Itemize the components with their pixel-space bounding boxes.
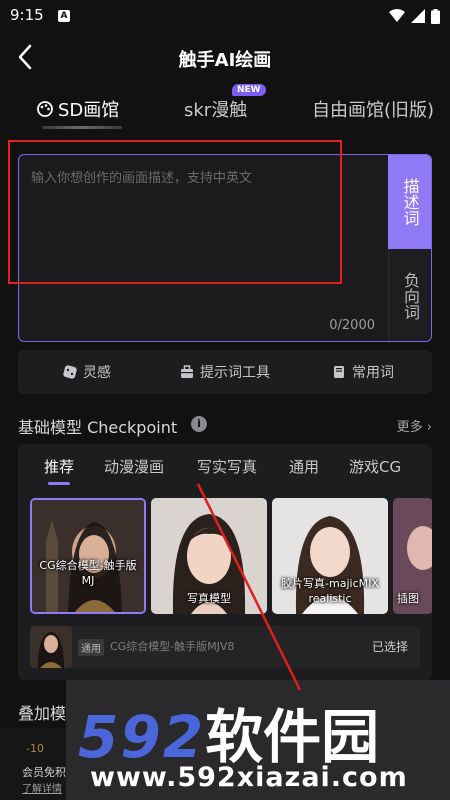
status-icons: [389, 8, 440, 24]
watermark-url: www.592xiazai.com: [90, 762, 408, 793]
model-card-label: CG综合模型-触手版MJ: [39, 559, 137, 587]
checkpoint-title: 基础模型 Checkpoint: [18, 418, 178, 437]
char-count: 0/2000: [329, 318, 375, 333]
tab-sd-gallery[interactable]: SD画馆: [36, 96, 119, 122]
common-words-label: 常用词: [352, 365, 394, 381]
signal-icon: [411, 9, 425, 23]
model-tab-recommend[interactable]: 推荐: [44, 456, 74, 477]
info-icon[interactable]: i: [191, 416, 207, 432]
model-card-illustration[interactable]: 插图: [393, 498, 432, 614]
model-tab-realistic[interactable]: 写实写真: [197, 456, 257, 477]
new-badge: NEW: [232, 84, 266, 96]
model-card-portrait[interactable]: 写真模型: [151, 498, 267, 614]
watermark-cn: 软件园: [205, 703, 380, 771]
prompt-tools-button[interactable]: 提示词工具: [156, 350, 294, 394]
battery-icon: [431, 8, 440, 24]
inspiration-label: 灵感: [83, 365, 111, 381]
tab-skr[interactable]: skr漫触: [184, 96, 247, 122]
prompt-box: 输入你想创作的画面描述，支持中英文 0/2000 描述词 负向词: [18, 154, 432, 342]
model-tab-game-cg[interactable]: 游戏CG: [349, 456, 401, 477]
watermark-number: 592: [78, 703, 206, 771]
model-tab-anime[interactable]: 动漫漫画: [104, 456, 164, 477]
tools-row: 灵感 提示词工具 常用词: [18, 350, 432, 394]
checkpoint-header: 基础模型 Checkpoint i 更多 ›: [18, 414, 432, 438]
toolbox-icon: [181, 365, 193, 378]
dice-icon: [63, 365, 77, 379]
model-tab-general[interactable]: 通用: [289, 456, 319, 477]
model-tag: 通用: [78, 639, 104, 656]
model-card-film[interactable]: 胶片写真-majicMIX realistic: [272, 498, 388, 614]
common-words-button[interactable]: 常用词: [294, 350, 432, 394]
status-time: 9:15: [10, 6, 44, 24]
portrait-image: [30, 626, 72, 668]
model-card-label: 胶片写真-majicMIX realistic: [281, 577, 379, 605]
more-label: 更多: [396, 420, 423, 435]
points-cost: -10: [26, 742, 44, 755]
palette-icon: [37, 101, 53, 117]
nav-bar: 触手AI绘画: [0, 38, 450, 78]
prompt-input[interactable]: 输入你想创作的画面描述，支持中英文: [19, 155, 389, 315]
selected-model-thumbnail: [30, 626, 72, 668]
tab-description-words[interactable]: 描述词: [388, 155, 431, 249]
selected-model-row[interactable]: 通用 CG综合模型-触手版MJV8 已选择: [30, 626, 420, 668]
tab-active-indicator: [42, 126, 122, 129]
tab-negative-words[interactable]: 负向词: [388, 249, 431, 341]
learn-more-link[interactable]: 了解详情: [22, 780, 62, 795]
watermark: 592软件园 www.592xiazai.com: [66, 680, 450, 800]
inspiration-button[interactable]: 灵感: [18, 350, 156, 394]
member-free-text: 会员免积: [22, 766, 66, 779]
wifi-icon: [389, 9, 405, 22]
page-title: 触手AI绘画: [178, 50, 272, 71]
top-tabs: SD画馆 skr漫触 NEW 自由画馆(旧版): [0, 84, 450, 132]
book-icon: [334, 366, 344, 378]
model-card-label: 写真模型: [187, 592, 231, 605]
status-bar: 9:15 A: [0, 0, 450, 32]
model-tab-indicator: [48, 482, 70, 485]
tab-free-gallery[interactable]: 自由画馆(旧版): [312, 96, 434, 122]
portrait-image: [32, 500, 144, 612]
selected-status: 已选择: [371, 640, 408, 654]
more-link[interactable]: 更多 ›: [397, 416, 432, 435]
overlay-model-title: 叠加模: [18, 704, 67, 723]
selected-model-name: CG综合模型-触手版MJV8: [110, 640, 235, 653]
prompt-tools-label: 提示词工具: [200, 365, 270, 381]
app-notification-icon: A: [58, 10, 70, 22]
tab-sd-gallery-label: SD画馆: [58, 100, 120, 121]
model-card-label: 插图: [397, 592, 419, 605]
model-panel: 推荐 动漫漫画 写实写真 通用 游戏CG CG综合模型-触手版MJ 写真模型 胶…: [18, 444, 432, 680]
model-card-cg-mj[interactable]: CG综合模型-触手版MJ: [30, 498, 146, 614]
